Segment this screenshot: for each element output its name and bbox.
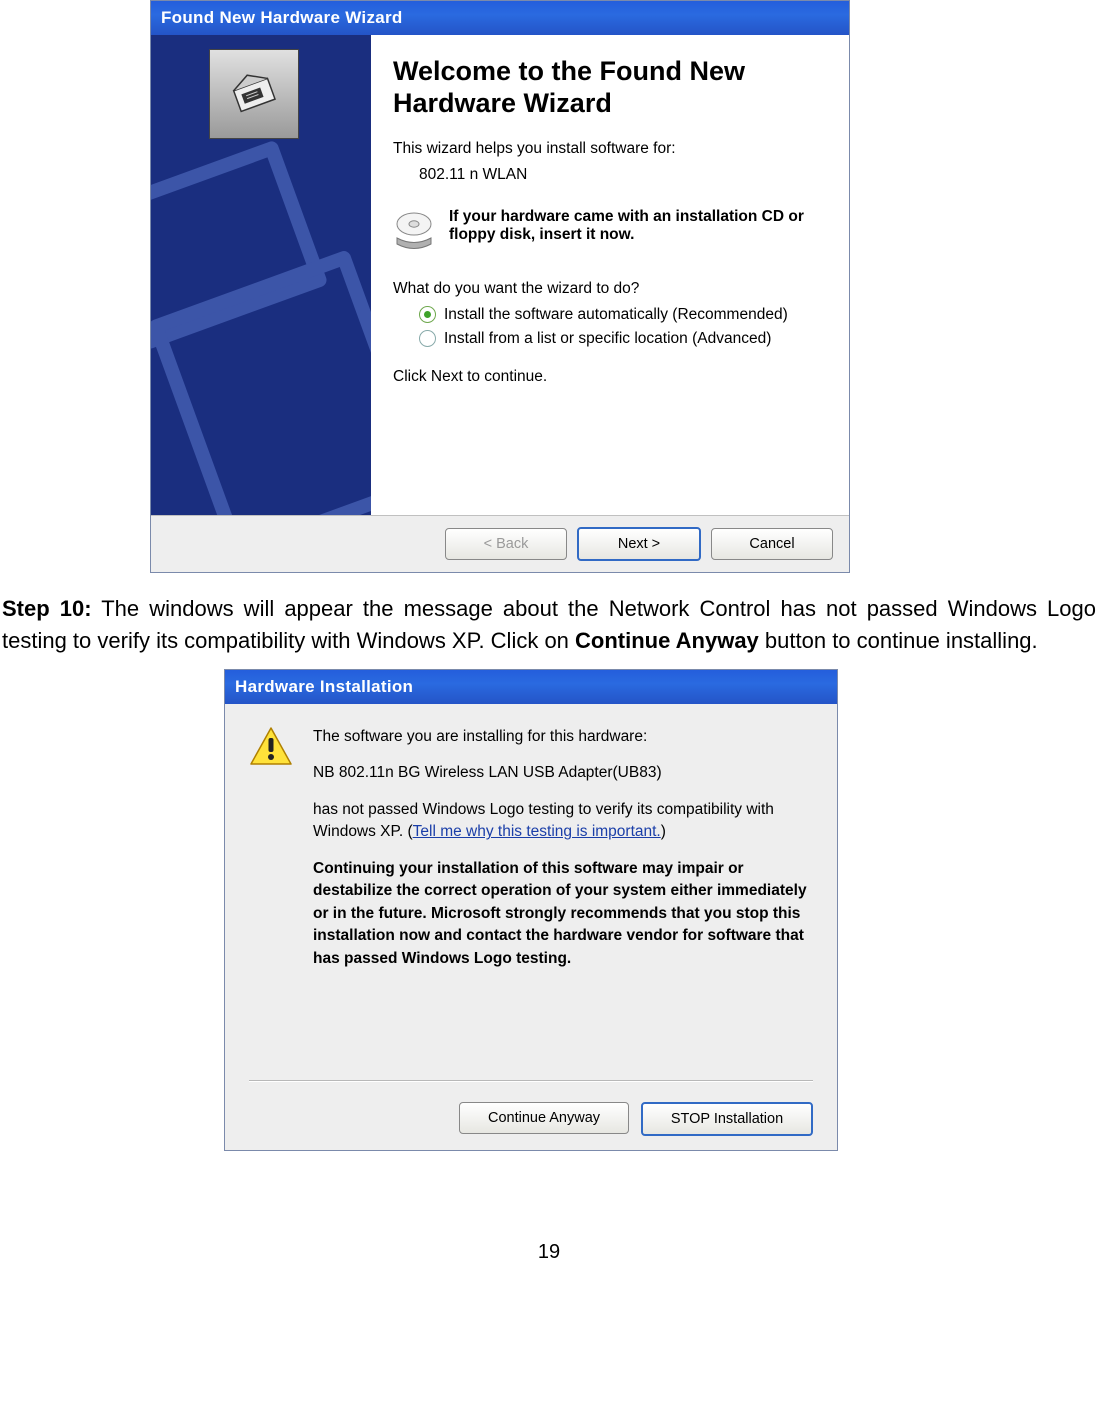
tell-me-why-link[interactable]: Tell me why this testing is important. (413, 823, 661, 840)
click-next-text: Click Next to continue. (393, 368, 827, 386)
install-device: NB 802.11n BG Wireless LAN USB Adapter(U… (313, 762, 813, 784)
cancel-button[interactable]: Cancel (711, 528, 833, 560)
continue-anyway-button[interactable]: Continue Anyway (459, 1102, 629, 1134)
step-10-paragraph: Step 10: The windows will appear the mes… (2, 593, 1096, 657)
wizard-intro-text: This wizard helps you install software f… (393, 140, 827, 158)
install-button-row: Continue Anyway STOP Installation (249, 1102, 813, 1136)
wizard-titlebar[interactable]: Found New Hardware Wizard (151, 1, 849, 35)
install-body-text: The software you are installing for this… (313, 726, 813, 970)
hardware-installation-dialog: Hardware Installation The software you a… (224, 669, 838, 1151)
install-titlebar[interactable]: Hardware Installation (225, 670, 837, 704)
radio-install-list[interactable]: Install from a list or specific location… (419, 330, 827, 348)
next-button[interactable]: Next > (577, 527, 701, 561)
wizard-title-text: Found New Hardware Wizard (161, 8, 403, 28)
install-logo-test-line: has not passed Windows Logo testing to v… (313, 799, 813, 844)
cd-disc-icon (393, 208, 435, 250)
wizard-side-panel (151, 35, 371, 515)
wizard-heading: Welcome to the Found New Hardware Wizard (393, 55, 827, 120)
radio-auto-label: Install the software automatically (Reco… (444, 306, 788, 324)
cd-hint-text: If your hardware came with an installati… (449, 208, 827, 244)
radio-selected-icon (419, 306, 436, 323)
install-line1: The software you are installing for this… (313, 726, 813, 748)
wizard-content: Welcome to the Found New Hardware Wizard… (371, 35, 849, 515)
warning-icon (249, 726, 293, 766)
radio-list-label: Install from a list or specific location… (444, 330, 771, 348)
install-warning-text: Continuing your installation of this sof… (313, 858, 813, 970)
wizard-device-name: 802.11 n WLAN (419, 166, 827, 184)
page-number: 19 (0, 1241, 1098, 1264)
found-new-hardware-wizard-dialog: Found New Hardware Wizard (150, 0, 850, 573)
continue-anyway-bold: Continue Anyway (575, 628, 759, 653)
separator-line (249, 1080, 813, 1082)
wizard-question: What do you want the wizard to do? (393, 280, 827, 298)
back-button[interactable]: < Back (445, 528, 567, 560)
step-label: Step 10: (2, 596, 92, 621)
step-text-2: button to continue installing. (759, 628, 1038, 653)
hardware-wizard-icon (209, 49, 299, 139)
radio-unselected-icon (419, 330, 436, 347)
wizard-button-bar: < Back Next > Cancel (151, 515, 849, 572)
install-title-text: Hardware Installation (235, 677, 413, 697)
stop-installation-button[interactable]: STOP Installation (641, 1102, 813, 1136)
radio-install-auto[interactable]: Install the software automatically (Reco… (419, 306, 827, 324)
